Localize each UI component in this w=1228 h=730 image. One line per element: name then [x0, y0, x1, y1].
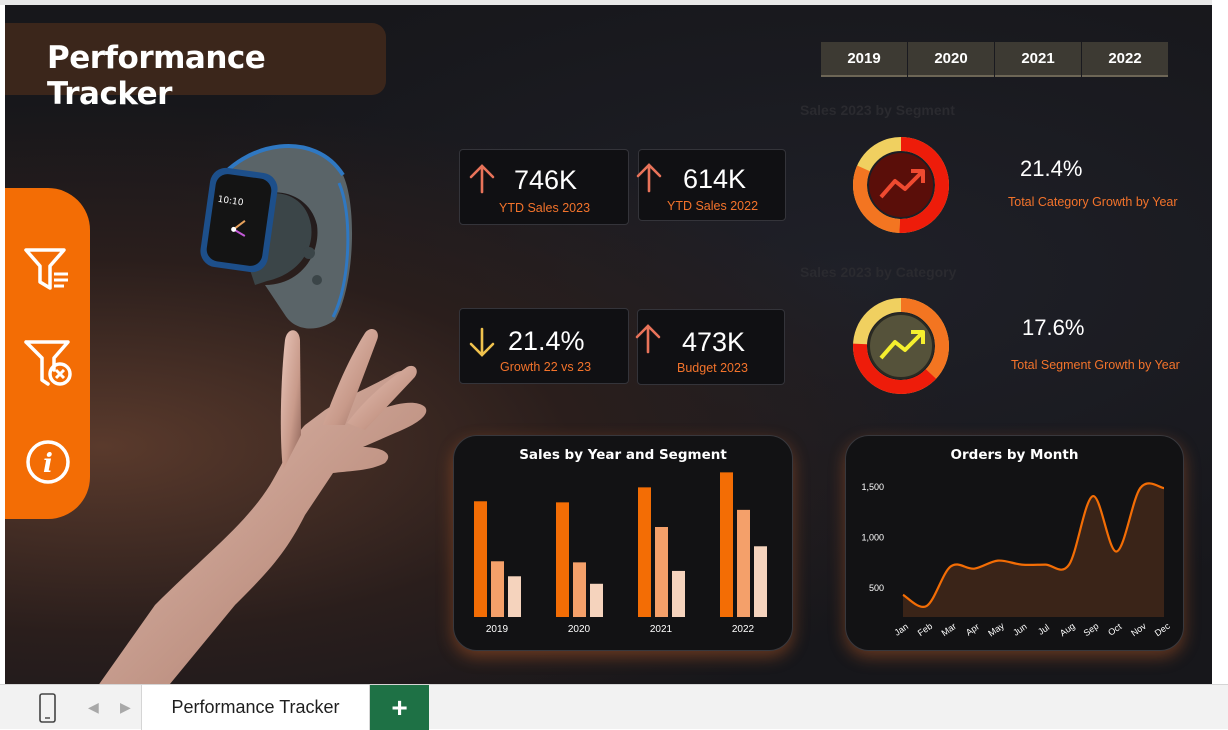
data-point[interactable] [1139, 487, 1142, 490]
data-point[interactable] [1115, 550, 1118, 553]
data-point[interactable] [996, 559, 999, 562]
info-icon[interactable]: i [22, 436, 74, 488]
bar[interactable] [638, 487, 651, 617]
data-point[interactable] [925, 604, 928, 607]
mobile-view-icon[interactable] [26, 693, 68, 723]
page-title: Performance Tracker [47, 40, 266, 112]
x-tick-label: 2021 [650, 624, 673, 635]
x-tick-label: Mar [940, 621, 958, 638]
year-2020-button[interactable]: 2020 [908, 42, 994, 77]
filter-list-icon[interactable] [22, 244, 74, 296]
x-tick-label: Oct [1106, 621, 1124, 638]
data-point[interactable] [1068, 563, 1071, 566]
data-point[interactable] [1020, 563, 1023, 566]
segment-growth-label: Total Segment Growth by Year [1011, 358, 1180, 372]
data-point[interactable] [973, 567, 976, 570]
bar[interactable] [491, 561, 504, 617]
x-tick-label: Jul [1036, 622, 1051, 637]
title-banner: Performance Tracker [5, 23, 386, 112]
kpi-value: 21.4% [508, 326, 585, 356]
kpi-label: Budget 2023 [677, 361, 748, 375]
kpi-label: YTD Sales 2023 [499, 201, 591, 215]
sheet-tab-performance-tracker[interactable]: Performance Tracker [141, 685, 370, 730]
category-growth-label: Total Category Growth by Year [1008, 195, 1178, 209]
ghost-segment-label: Sales 2023 by Segment [800, 102, 955, 118]
arrow-down-icon [469, 327, 495, 357]
arrow-up-icon [635, 324, 661, 354]
x-tick-label: May [986, 620, 1006, 638]
line-chart: 500 1,000 1,500 Jan Feb Mar Apr May Jun Jul Aug Sep… [861, 482, 1172, 639]
bar[interactable] [590, 583, 603, 617]
year-slicer: 2019 2020 2021 2022 [821, 42, 1169, 77]
x-tick-label: Jun [1011, 621, 1029, 638]
bar-chart: 2019 2020 2021 2022 [474, 472, 767, 635]
bar[interactable] [508, 576, 521, 617]
y-tick-label: 500 [869, 583, 884, 593]
window-right-strip [1212, 0, 1228, 684]
orders-line-chart-panel: Orders by Month 500 1,000 1,500 Jan Feb Mar Ap… [845, 435, 1184, 651]
category-growth-donut [853, 137, 949, 233]
x-tick-label: Jan [892, 621, 910, 638]
bar[interactable] [474, 501, 487, 617]
data-point[interactable] [1091, 495, 1094, 498]
kpi-growth: 21.4% Growth 22 vs 23 [459, 308, 629, 384]
bar[interactable] [573, 562, 586, 617]
x-tick-label: 2022 [732, 624, 755, 635]
arrow-up-icon [636, 163, 662, 193]
ghost-category-label: Sales 2023 by Category [800, 264, 957, 280]
bar[interactable] [754, 546, 767, 617]
y-tick-label: 1,500 [861, 482, 884, 492]
y-tick-label: 1,000 [861, 532, 884, 542]
next-sheet-button[interactable]: ▶ [120, 699, 131, 716]
kpi-ytd-sales-2022: 614K YTD Sales 2022 [636, 149, 786, 221]
bar[interactable] [655, 527, 668, 617]
kpi-budget: 473K Budget 2023 [635, 309, 785, 385]
hand-watch-image: 10:10 [99, 144, 427, 684]
data-point[interactable] [1044, 563, 1047, 566]
kpi-label: Growth 22 vs 23 [500, 360, 592, 374]
svg-text:i: i [43, 449, 53, 479]
kpi-value: 614K [683, 164, 747, 194]
sidebar-pill: i [5, 188, 90, 519]
kpi-value: 473K [682, 327, 746, 357]
segment-growth-value: 17.6% [1022, 315, 1085, 340]
data-point[interactable] [1163, 487, 1166, 490]
year-2021-button[interactable]: 2021 [995, 42, 1081, 77]
sales-bar-chart-panel: Sales by Year and Segment 2019 2020 2021 20… [453, 435, 793, 651]
bar[interactable] [737, 509, 750, 617]
area-fill [903, 483, 1164, 617]
x-tick-label: Dec [1153, 621, 1172, 639]
prev-sheet-button[interactable]: ◀ [88, 699, 99, 716]
segment-growth-donut [853, 298, 949, 394]
kpi-value: 746K [514, 165, 578, 195]
year-2019-button[interactable]: 2019 [821, 42, 907, 77]
category-growth-value: 21.4% [1020, 156, 1083, 181]
add-sheet-button[interactable]: + [370, 685, 429, 730]
x-tick-label: Sep [1082, 621, 1101, 638]
sheet-tab-label: Performance Tracker [171, 697, 340, 717]
bar[interactable] [720, 472, 733, 617]
kpi-label: YTD Sales 2022 [667, 199, 759, 213]
x-tick-label: Nov [1129, 621, 1148, 639]
data-point[interactable] [949, 565, 952, 568]
kpi-ytd-sales-2023: 746K YTD Sales 2023 [459, 149, 629, 225]
x-tick-label: Aug [1058, 621, 1077, 638]
clear-filter-icon[interactable] [22, 336, 74, 388]
sheet-tab-bar: ◀ ▶ Performance Tracker + [0, 684, 1228, 730]
bar[interactable] [556, 502, 569, 617]
x-tick-label: 2020 [568, 624, 591, 635]
bar[interactable] [672, 570, 685, 617]
arrow-up-icon [469, 164, 495, 194]
x-tick-label: Feb [916, 621, 934, 638]
x-tick-label: 2019 [486, 624, 509, 635]
year-2022-button[interactable]: 2022 [1082, 42, 1168, 77]
dashboard-canvas: Performance Tracker 10:10 i 2019 2020 20… [5, 5, 1212, 684]
data-point[interactable] [902, 593, 905, 596]
x-tick-label: Apr [964, 621, 981, 637]
